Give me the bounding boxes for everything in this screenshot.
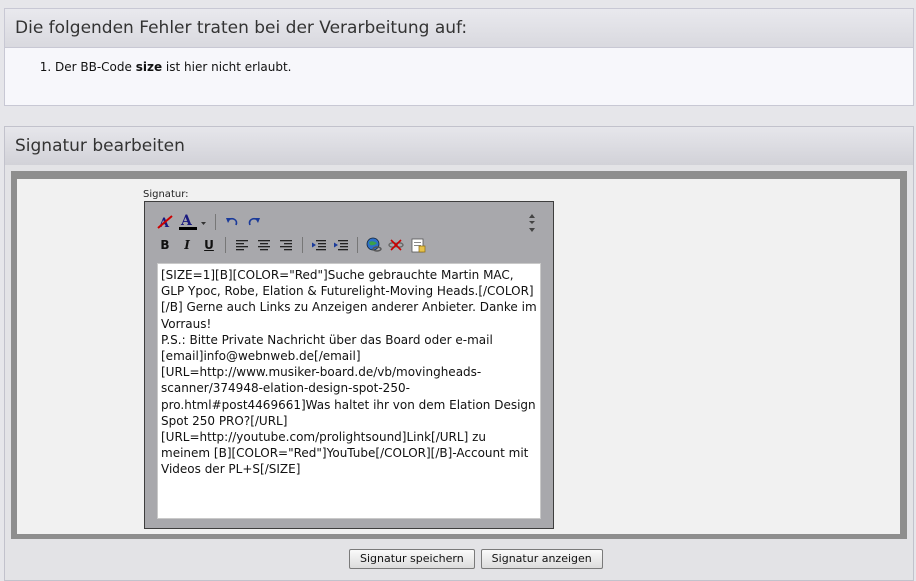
signature-panel: Signatur bearbeiten Signatur: A A [4, 126, 914, 581]
error-title: Die folgenden Fehler traten bei der Vera… [5, 9, 913, 48]
bold-button[interactable]: B [155, 235, 175, 255]
error-item: Der BB-Code size ist hier nicht erlaubt. [55, 60, 913, 74]
error-list: Der BB-Code size ist hier nicht erlaubt. [37, 60, 913, 74]
toolbar-separator [225, 237, 226, 253]
align-center-icon[interactable] [254, 235, 274, 255]
insert-email-icon[interactable] [408, 235, 428, 255]
error-item-prefix: Der BB-Code [55, 60, 136, 74]
toolbar-separator [215, 214, 216, 230]
signature-label: Signatur: [143, 189, 189, 200]
error-item-suffix: ist hier nicht erlaubt. [162, 60, 292, 74]
preview-signature-button[interactable]: Signatur anzeigen [480, 549, 603, 569]
svg-text:A: A [180, 213, 193, 229]
indent-icon[interactable] [331, 235, 351, 255]
resize-toggle-icon[interactable] [527, 212, 537, 234]
toolbar-row-2: B I U [155, 235, 428, 255]
error-list-container: Der BB-Code size ist hier nicht erlaubt. [5, 48, 913, 74]
error-item-code: size [135, 60, 163, 74]
remove-format-icon[interactable]: A [155, 212, 175, 232]
signature-inner: Signatur: A A [17, 179, 900, 534]
save-signature-button[interactable]: Signatur speichern [349, 549, 475, 569]
toolbar-separator [357, 237, 358, 253]
form-buttons: Signatur speichern Signatur anzeigen [349, 549, 603, 569]
italic-button[interactable]: I [177, 235, 197, 255]
signature-frame: Signatur: A A [11, 171, 907, 539]
toolbar-separator [302, 237, 303, 253]
signature-title: Signatur bearbeiten [5, 127, 913, 165]
undo-icon[interactable] [222, 212, 242, 232]
toolbar-row-1: A A [155, 212, 264, 232]
redo-icon[interactable] [244, 212, 264, 232]
insert-link-icon[interactable] [364, 235, 384, 255]
remove-link-icon[interactable] [386, 235, 406, 255]
underline-button[interactable]: U [199, 235, 219, 255]
editor: A A [144, 201, 554, 529]
align-right-icon[interactable] [276, 235, 296, 255]
font-color-button[interactable]: A [177, 212, 209, 232]
error-panel: Die folgenden Fehler traten bei der Vera… [4, 8, 914, 106]
align-left-icon[interactable] [232, 235, 252, 255]
outdent-icon[interactable] [309, 235, 329, 255]
signature-textarea[interactable]: [SIZE=1][B][COLOR="Red"]Suche gebrauchte… [157, 263, 541, 519]
